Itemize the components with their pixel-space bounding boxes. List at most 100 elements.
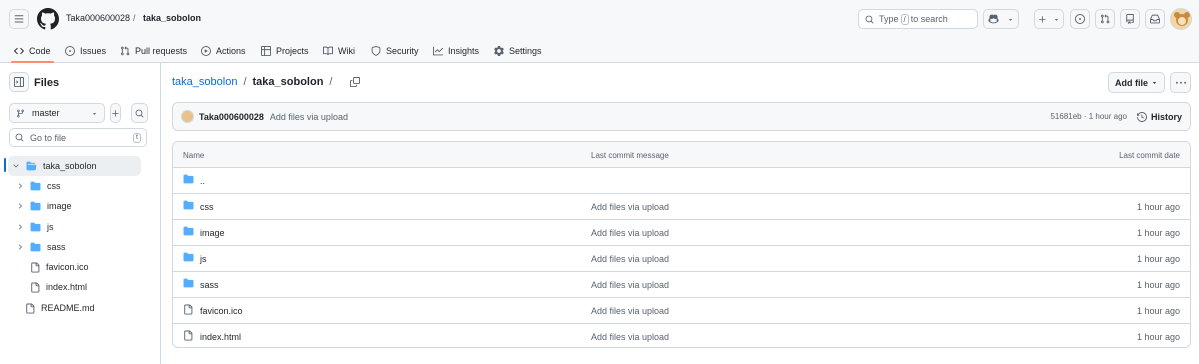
tab-actions[interactable]: Actions	[201, 38, 246, 63]
chevron-down-icon	[12, 162, 20, 170]
go-to-file-placeholder: Go to file	[30, 132, 67, 143]
row-name[interactable]: image	[200, 228, 225, 238]
add-file-button[interactable]: Add file	[1108, 72, 1165, 93]
row-commit-date: 1 hour ago	[1136, 202, 1180, 212]
repo-link[interactable]: taka_sobolon	[143, 13, 201, 23]
tab-wiki[interactable]: Wiki	[323, 38, 355, 63]
table-row[interactable]: ..	[173, 168, 1190, 194]
chevron-down-icon	[1053, 16, 1060, 23]
tree-item-taka-sobolon[interactable]: taka_sobolon	[8, 156, 141, 176]
play-icon	[201, 45, 211, 56]
table-row[interactable]: favicon.ico Add files via upload 1 hour ag…	[173, 298, 1190, 324]
owner-link[interactable]: Taka000600028	[66, 13, 130, 23]
menu-button[interactable]	[9, 9, 29, 29]
row-commit-message[interactable]: Add files via upload	[591, 202, 669, 212]
tree-item-label: taka_sobolon	[43, 161, 97, 171]
table-icon	[261, 45, 271, 56]
more-options-button[interactable]	[1170, 72, 1191, 93]
tree-item-index-html[interactable]: index.html	[30, 277, 87, 297]
folder-icon	[30, 242, 41, 252]
commit-author[interactable]: Taka000600028	[199, 112, 264, 122]
row-commit-message[interactable]: Add files via upload	[591, 280, 669, 290]
search-input[interactable]: Type / to search	[858, 9, 978, 29]
issues-button[interactable]	[1070, 9, 1090, 29]
branch-icon	[16, 109, 25, 118]
copilot-icon	[988, 14, 999, 24]
tab-pull-requests[interactable]: Pull requests	[120, 38, 187, 63]
copy-path-icon[interactable]	[350, 77, 361, 87]
tab-insights[interactable]: Insights	[433, 38, 479, 63]
folder-icon	[183, 174, 194, 184]
tree-item-css[interactable]: css	[16, 176, 61, 196]
plus-icon	[1038, 15, 1047, 24]
row-commit-date: 1 hour ago	[1136, 254, 1180, 264]
gear-icon	[494, 45, 504, 56]
tree-item-favicon[interactable]: favicon.ico	[30, 257, 89, 277]
inbox-button[interactable]	[1145, 9, 1165, 29]
chevron-right-icon	[16, 243, 24, 251]
commit-meta[interactable]: 51681eb · 1 hour ago	[1050, 112, 1127, 121]
tree-item-label: index.html	[46, 282, 88, 292]
plus-icon	[111, 109, 120, 118]
row-commit-message[interactable]: Add files via upload	[591, 306, 669, 316]
row-commit-message[interactable]: Add files via upload	[591, 332, 669, 342]
tab-label: Security	[386, 45, 419, 56]
row-commit-message[interactable]: Add files via upload	[591, 254, 669, 264]
pull-requests-button[interactable]	[1095, 9, 1115, 29]
row-commit-message[interactable]: Add files via upload	[591, 228, 669, 238]
table-row[interactable]: js Add files via upload 1 hour ago	[173, 246, 1190, 272]
table-row[interactable]: sass Add files via upload 1 hour ago	[173, 272, 1190, 298]
tree-item-image[interactable]: image	[16, 196, 72, 216]
file-icon	[30, 262, 40, 273]
branch-selector[interactable]: master	[9, 103, 105, 123]
add-file-sidebar-button[interactable]	[110, 103, 121, 123]
shield-icon	[371, 45, 381, 56]
tree-item-readme[interactable]: README.md	[25, 298, 95, 318]
row-name[interactable]: js	[200, 254, 207, 264]
history-button[interactable]: History	[1136, 112, 1182, 122]
repositories-button[interactable]	[1120, 9, 1140, 29]
global-header: Taka000600028 / taka_sobolon Type / to s…	[0, 0, 1199, 63]
folder-icon	[183, 226, 194, 236]
breadcrumb-root-link[interactable]: taka_sobolon	[172, 76, 237, 88]
tab-security[interactable]: Security	[371, 38, 419, 63]
search-suffix: to search	[910, 14, 948, 24]
tree-item-js[interactable]: js	[16, 217, 54, 237]
repo-nav-tabs: Code Issues Pull requests Actions Projec…	[0, 38, 1199, 63]
collapse-sidebar-button[interactable]	[9, 72, 29, 92]
issue-icon	[65, 45, 75, 56]
row-name[interactable]: sass	[200, 280, 219, 290]
folder-icon	[30, 222, 41, 232]
user-avatar[interactable]	[1170, 8, 1192, 30]
branch-name: master	[32, 108, 60, 118]
file-icon	[30, 282, 40, 293]
tab-label: Wiki	[338, 45, 355, 56]
tab-issues[interactable]: Issues	[65, 38, 106, 63]
commit-message[interactable]: Add files via upload	[270, 112, 348, 122]
go-to-file-input[interactable]: Go to file t	[9, 128, 147, 147]
folder-icon	[183, 200, 194, 210]
row-name[interactable]: index.html	[200, 332, 241, 342]
tab-label: Insights	[448, 45, 480, 56]
search-sidebar-button[interactable]	[131, 103, 148, 123]
issue-icon	[1075, 14, 1085, 24]
row-name[interactable]: ..	[200, 176, 205, 186]
create-new-button[interactable]	[1034, 9, 1064, 29]
tab-code[interactable]: Code	[11, 38, 54, 63]
tree-item-sass[interactable]: sass	[16, 237, 66, 257]
tab-projects[interactable]: Projects	[261, 38, 309, 63]
folder-icon	[183, 252, 194, 262]
table-row[interactable]: index.html Add files via upload 1 hour ago	[173, 324, 1190, 347]
table-row[interactable]: image Add files via upload 1 hour ago	[173, 220, 1190, 246]
book-icon	[323, 46, 333, 56]
row-name[interactable]: css	[200, 202, 214, 212]
commit-author-avatar[interactable]	[181, 110, 194, 123]
row-name[interactable]: favicon.ico	[200, 306, 243, 316]
row-commit-date: 1 hour ago	[1136, 306, 1180, 316]
hamburger-icon	[14, 14, 24, 24]
tab-settings[interactable]: Settings	[494, 38, 542, 63]
copilot-button[interactable]	[983, 9, 1019, 29]
github-logo-icon[interactable]	[37, 8, 59, 30]
tab-label: Issues	[80, 45, 107, 56]
table-row[interactable]: css Add files via upload 1 hour ago	[173, 194, 1190, 220]
